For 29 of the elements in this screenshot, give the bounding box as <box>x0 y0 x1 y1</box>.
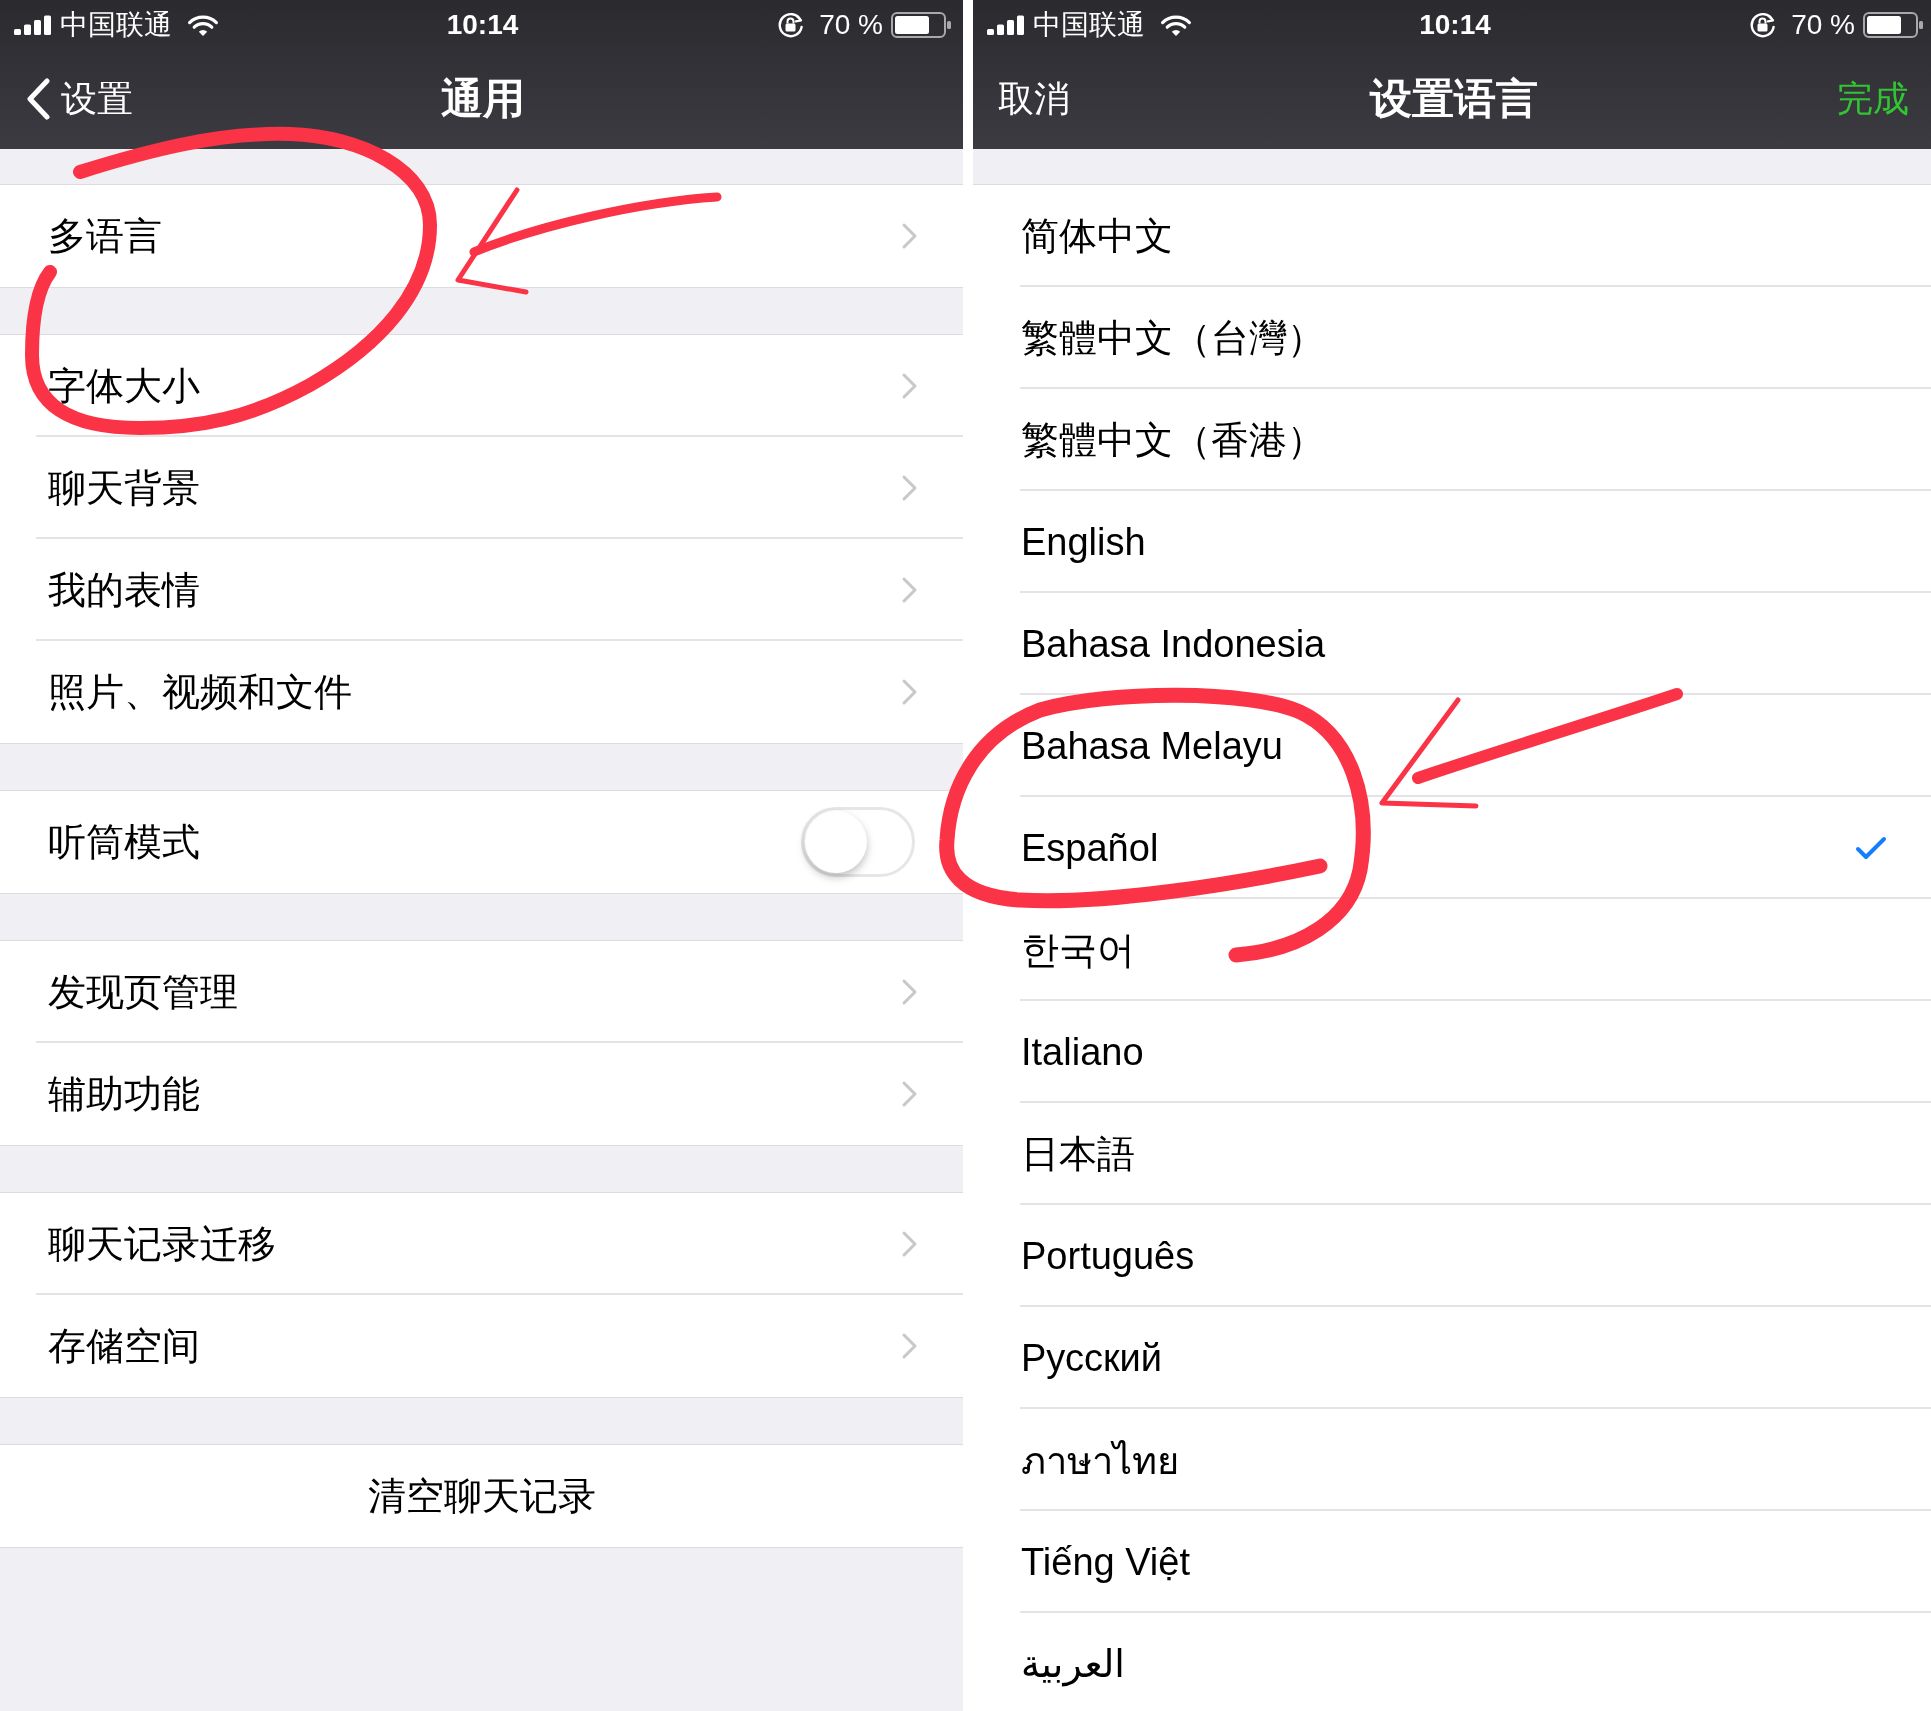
battery-icon <box>891 11 951 38</box>
battery-percentage: 70 % <box>1791 8 1855 41</box>
chevron-right-icon <box>901 372 918 400</box>
rotation-lock-icon <box>777 11 805 38</box>
screen-title: 设置语言 <box>1369 74 1538 124</box>
setting-label: 听筒模式 <box>48 819 200 865</box>
cancel-button[interactable]: 取消 <box>998 74 1070 124</box>
signal-bars-icon <box>14 14 51 35</box>
status-time: 10:14 <box>1419 8 1491 41</box>
chevron-right-icon <box>901 576 918 604</box>
battery-icon <box>1863 11 1923 38</box>
chevron-right-icon <box>901 474 918 502</box>
status-time: 10:14 <box>446 8 519 41</box>
screen-title: 通用 <box>441 74 525 124</box>
battery-percentage: 70 % <box>819 8 883 41</box>
chevron-right-icon <box>901 1230 918 1258</box>
carrier-name: 中国联通 <box>60 7 172 42</box>
toggle-switch[interactable] <box>801 807 915 877</box>
chevron-left-icon <box>25 78 51 120</box>
rotation-lock-icon <box>1749 11 1777 38</box>
carrier-name: 中国联通 <box>1033 7 1145 42</box>
back-button[interactable]: 设置 <box>25 74 133 124</box>
done-button[interactable]: 完成 <box>1837 74 1909 124</box>
chevron-right-icon <box>901 1332 918 1360</box>
chevron-right-icon <box>901 1080 918 1108</box>
chevron-right-icon <box>901 222 918 250</box>
signal-bars-icon <box>987 14 1024 35</box>
chevron-right-icon <box>901 978 918 1006</box>
chevron-right-icon <box>901 678 918 706</box>
